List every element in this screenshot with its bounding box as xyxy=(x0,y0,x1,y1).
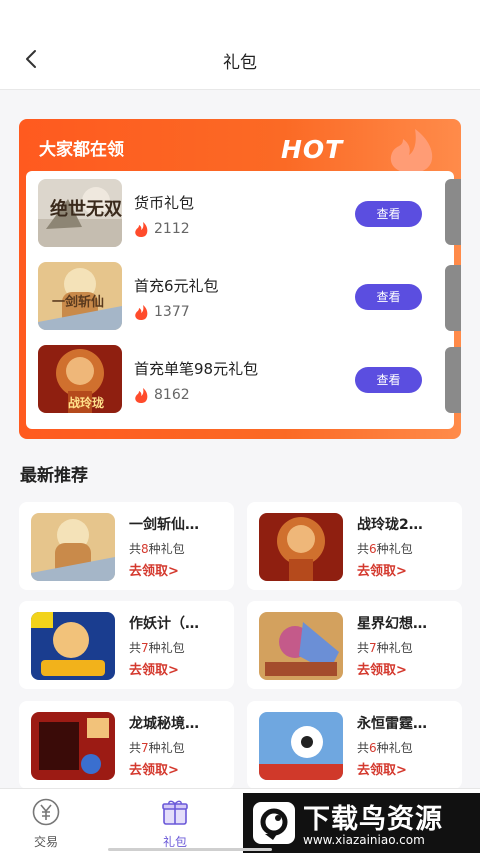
hot-gift-row[interactable]: 一剑斩仙 首充6元礼包 1377 查看 xyxy=(26,254,446,334)
claim-link[interactable]: 去领取> xyxy=(129,659,179,678)
claim-link[interactable]: 去领取> xyxy=(129,560,179,579)
gift-count: 共7种礼包 xyxy=(357,641,413,655)
game-thumbnail xyxy=(259,513,343,581)
hot-badge: HOT xyxy=(281,123,441,175)
claim-count: 1377 xyxy=(154,304,190,320)
game-gift-card[interactable]: 龙城秘境… 共7种礼包 去领取> xyxy=(19,701,234,789)
gift-count: 共6种礼包 xyxy=(357,542,413,556)
game-thumbnail xyxy=(259,712,343,780)
game-thumbnail xyxy=(31,513,115,581)
hot-gifts-panel: 大家都在领 HOT 绝世无双 货币礼包 2112 查看 一剑斩仙 首充6元礼包 … xyxy=(19,119,461,439)
game-name: 星界幻想… xyxy=(357,616,427,632)
game-gift-card[interactable]: 一剑斩仙… 共8种礼包 去领取> xyxy=(19,502,234,590)
watermark-url: www.xiazainiao.com xyxy=(303,833,425,847)
tab-gifts[interactable]: 礼包 xyxy=(140,797,210,850)
game-name: 永恒雷霆… xyxy=(357,716,427,732)
scroll-peek xyxy=(445,179,461,245)
game-thumbnail xyxy=(259,612,343,680)
hot-badge-text: HOT xyxy=(281,135,344,164)
app-header: 礼包 xyxy=(0,0,480,90)
gift-name: 货币礼包 xyxy=(134,194,195,212)
claim-count: 2112 xyxy=(154,221,190,237)
gift-count: 共7种礼包 xyxy=(129,641,185,655)
watermark-logo: 下载鸟资源 www.xiazainiao.com xyxy=(243,793,480,853)
gift-count: 共7种礼包 xyxy=(129,741,185,755)
gift-count: 共8种礼包 xyxy=(129,542,185,556)
tab-trade[interactable]: 交易 xyxy=(11,797,81,850)
view-button[interactable]: 查看 xyxy=(355,201,422,227)
hot-gift-row[interactable]: 绝世无双 货币礼包 2112 查看 xyxy=(26,171,446,251)
claim-link[interactable]: 去领取> xyxy=(357,659,407,678)
game-thumbnail: 一剑斩仙 xyxy=(38,262,122,330)
watermark-title: 下载鸟资源 xyxy=(303,804,443,835)
game-name: 龙城秘境… xyxy=(129,716,199,732)
gift-name: 首充6元礼包 xyxy=(134,277,219,295)
svg-text:绝世无双: 绝世无双 xyxy=(50,198,122,220)
svg-text:一剑斩仙: 一剑斩仙 xyxy=(52,294,104,310)
game-gift-card[interactable]: 星界幻想… 共7种礼包 去领取> xyxy=(247,601,462,689)
claim-count: 8162 xyxy=(154,387,190,403)
hot-gift-row[interactable]: 战玲珑 首充单笔98元礼包 8162 查看 xyxy=(26,337,446,417)
yen-coin-icon xyxy=(32,798,60,826)
game-thumbnail: 绝世无双 xyxy=(38,179,122,247)
fire-icon xyxy=(135,222,148,237)
scroll-peek xyxy=(445,265,461,331)
bird-logo-icon xyxy=(253,802,295,844)
hot-gift-list: 绝世无双 货币礼包 2112 查看 一剑斩仙 首充6元礼包 1377 查看 战玲… xyxy=(26,171,461,429)
fire-icon xyxy=(135,388,148,403)
game-thumbnail xyxy=(31,712,115,780)
svg-text:战玲珑: 战玲珑 xyxy=(68,395,104,410)
view-button[interactable]: 查看 xyxy=(355,284,422,310)
game-thumbnail: 战玲珑 xyxy=(38,345,122,413)
scroll-peek xyxy=(445,347,461,413)
game-thumbnail xyxy=(31,612,115,680)
gift-icon xyxy=(162,800,188,825)
page-title: 礼包 xyxy=(223,53,257,73)
game-gift-card[interactable]: 战玲珑2… 共6种礼包 去领取> xyxy=(247,502,462,590)
game-name: 作妖计（… xyxy=(129,616,199,632)
gift-count: 共6种礼包 xyxy=(357,741,413,755)
view-button[interactable]: 查看 xyxy=(355,367,422,393)
tab-label: 交易 xyxy=(33,835,58,849)
game-name: 一剑斩仙… xyxy=(129,517,199,533)
fire-icon xyxy=(135,305,148,320)
section-title: 最新推荐 xyxy=(20,466,88,486)
claim-link[interactable]: 去领取> xyxy=(129,759,179,778)
game-name: 战玲珑2… xyxy=(357,517,423,533)
claim-link[interactable]: 去领取> xyxy=(357,759,407,778)
gift-name: 首充单笔98元礼包 xyxy=(134,360,259,378)
hot-section-title: 大家都在领 xyxy=(39,140,124,160)
claim-link[interactable]: 去领取> xyxy=(357,560,407,579)
game-gift-card[interactable]: 永恒雷霆… 共6种礼包 去领取> xyxy=(247,701,462,789)
flame-icon xyxy=(390,129,433,173)
game-gift-card[interactable]: 作妖计（… 共7种礼包 去领取> xyxy=(19,601,234,689)
home-indicator xyxy=(108,848,272,851)
